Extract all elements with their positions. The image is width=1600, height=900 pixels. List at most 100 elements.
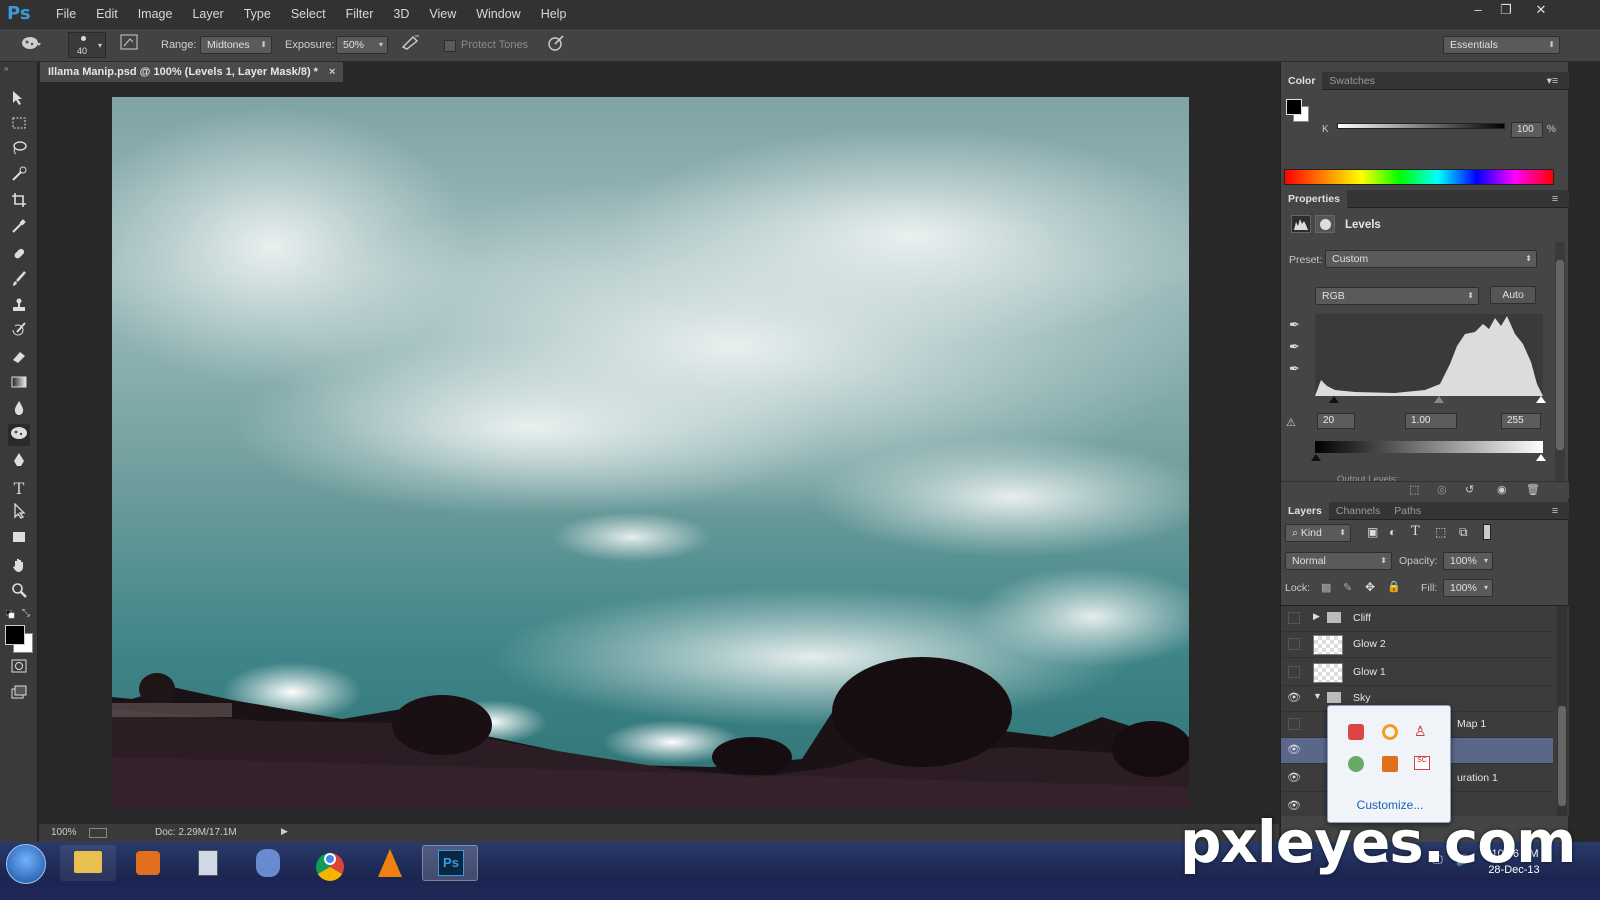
eye-icon[interactable]: 👁 [1287, 743, 1301, 757]
menu-help[interactable]: Help [531, 0, 577, 28]
view-previous-icon[interactable]: ◎ [1437, 483, 1447, 496]
menu-layer[interactable]: Layer [182, 0, 233, 28]
marquee-tool-icon[interactable] [8, 115, 30, 137]
input-black-slider[interactable] [1329, 396, 1339, 403]
input-gamma-slider[interactable] [1434, 396, 1444, 403]
tray-app-icon[interactable]: ♙ [1414, 723, 1427, 740]
filter-pixel-icon[interactable]: ▣ [1367, 525, 1378, 539]
trash-icon[interactable]: 🗑 [1526, 483, 1540, 496]
filter-type-icon[interactable]: T [1411, 524, 1420, 539]
output-white-slider[interactable] [1536, 454, 1546, 461]
panel-menu-icon[interactable]: ≡ [1545, 502, 1565, 520]
layer-row[interactable]: Glow 2 [1281, 632, 1553, 658]
sponge-tool-icon[interactable] [8, 424, 30, 446]
eye-icon[interactable]: 👁 [1287, 771, 1301, 785]
healing-brush-tool-icon[interactable] [8, 246, 30, 268]
close-window-button[interactable]: ✕ [1525, 0, 1557, 22]
tray-app-icon[interactable] [1382, 724, 1398, 740]
pen-tool-icon[interactable] [8, 452, 30, 474]
tray-app-icon[interactable] [1382, 756, 1398, 772]
filter-shape-icon[interactable]: ⬚ [1435, 525, 1446, 539]
pressure-icon[interactable] [545, 34, 567, 56]
tray-app-icon[interactable]: SC [1414, 756, 1430, 770]
brush-size-picker[interactable]: 40 ▾ [68, 32, 106, 58]
color-spectrum-ramp[interactable] [1284, 169, 1554, 185]
eye-icon[interactable]: 👁 [1287, 691, 1301, 705]
gray-point-eyedropper-icon[interactable]: ✒ [1289, 339, 1300, 355]
explorer-taskbar-icon[interactable] [60, 845, 116, 881]
clone-stamp-tool-icon[interactable] [8, 297, 30, 319]
menu-filter[interactable]: Filter [336, 0, 384, 28]
lock-all-icon[interactable]: 🔒 [1387, 580, 1401, 593]
lock-transparency-icon[interactable]: ▩ [1321, 581, 1331, 594]
swap-colors-icon[interactable]: ⤡ [22, 608, 30, 619]
menu-select[interactable]: Select [281, 0, 336, 28]
zoom-level[interactable]: 100% [51, 827, 77, 838]
visibility-icon[interactable]: ◉ [1497, 483, 1507, 496]
menu-3d[interactable]: 3D [383, 0, 419, 28]
tray-security-icon[interactable] [1348, 756, 1364, 772]
layers-scrollbar[interactable] [1557, 606, 1567, 816]
menu-type[interactable]: Type [234, 0, 281, 28]
clipping-warning-icon[interactable]: ⚠ [1286, 416, 1296, 429]
default-colors-icon[interactable] [5, 609, 15, 619]
eraser-tool-icon[interactable] [8, 348, 30, 370]
input-gamma-field[interactable]: 1.00 [1405, 413, 1457, 429]
collapse-toolbox-icon[interactable]: » [4, 64, 8, 73]
menu-image[interactable]: Image [128, 0, 183, 28]
layer-mask-icon[interactable] [1315, 215, 1335, 233]
expand-arrow-icon[interactable]: ▶ [1313, 611, 1320, 622]
media-player-taskbar-icon[interactable] [120, 845, 176, 881]
properties-scrollbar[interactable] [1555, 242, 1565, 482]
levels-adjustment-icon[interactable] [1291, 215, 1311, 233]
quick-selection-tool-icon[interactable] [8, 166, 30, 188]
expand-arrow-icon[interactable]: ▼ [1313, 691, 1322, 701]
tray-app-icon[interactable] [1348, 724, 1364, 740]
k-slider[interactable] [1337, 123, 1505, 129]
exposure-input[interactable]: 50% ▾ [336, 36, 388, 54]
tab-layers[interactable]: Layers [1281, 502, 1329, 520]
blend-mode-select[interactable]: Normal ⬍ [1285, 552, 1392, 570]
screen-mode-icon[interactable] [8, 684, 30, 706]
layer-row[interactable]: Glow 1 [1281, 660, 1553, 686]
vlc-taskbar-icon[interactable] [362, 845, 418, 881]
doc-preview-icon[interactable] [89, 828, 107, 838]
filter-toggle-switch[interactable] [1483, 524, 1491, 540]
menu-edit[interactable]: Edit [86, 0, 128, 28]
eyedropper-tool-icon[interactable] [8, 218, 30, 240]
photoshop-taskbar-icon[interactable]: Ps [422, 845, 478, 881]
blur-tool-icon[interactable] [8, 400, 30, 422]
tab-swatches[interactable]: Swatches [1322, 72, 1382, 90]
document-tab[interactable]: Illama Manip.psd @ 100% (Levels 1, Layer… [40, 62, 344, 82]
crop-tool-icon[interactable] [8, 192, 30, 214]
channel-select[interactable]: RGB ⬍ [1315, 287, 1479, 305]
layer-filter-select[interactable]: ⌕ Kind ⬍ [1285, 524, 1351, 542]
restore-button[interactable]: ❐ [1490, 0, 1522, 22]
black-point-eyedropper-icon[interactable]: ✒ [1289, 317, 1300, 333]
brush-tool-icon[interactable] [8, 271, 30, 293]
workspace-select[interactable]: Essentials ⬍ [1443, 36, 1560, 54]
visibility-toggle[interactable] [1288, 718, 1300, 730]
close-tab-icon[interactable]: × [329, 66, 335, 78]
hand-tool-icon[interactable] [8, 557, 30, 579]
white-point-eyedropper-icon[interactable]: ✒ [1289, 361, 1300, 377]
brush-panel-toggle-icon[interactable] [118, 34, 140, 56]
path-selection-tool-icon[interactable] [8, 502, 30, 525]
status-menu-arrow-icon[interactable]: ▶ [281, 826, 288, 837]
lock-position-icon[interactable]: ✥ [1365, 580, 1375, 594]
rectangle-tool-icon[interactable] [8, 529, 30, 551]
range-select[interactable]: Midtones ⬍ [200, 36, 272, 54]
start-button-icon[interactable] [6, 844, 46, 884]
protect-tones-checkbox[interactable] [444, 40, 456, 52]
layer-row[interactable]: ▶ Cliff [1281, 606, 1553, 632]
panel-menu-icon[interactable]: ≡ [1545, 190, 1565, 208]
calculator-taskbar-icon[interactable] [180, 845, 236, 881]
history-brush-tool-icon[interactable] [8, 322, 30, 344]
app-taskbar-icon[interactable] [240, 845, 296, 881]
move-tool-icon[interactable] [8, 90, 30, 112]
chrome-taskbar-icon[interactable] [302, 845, 358, 881]
quick-mask-icon[interactable] [8, 658, 30, 680]
opacity-input[interactable]: 100% ▾ [1443, 552, 1493, 570]
visibility-toggle[interactable] [1288, 666, 1300, 678]
foreground-color-swatch[interactable] [5, 625, 25, 645]
